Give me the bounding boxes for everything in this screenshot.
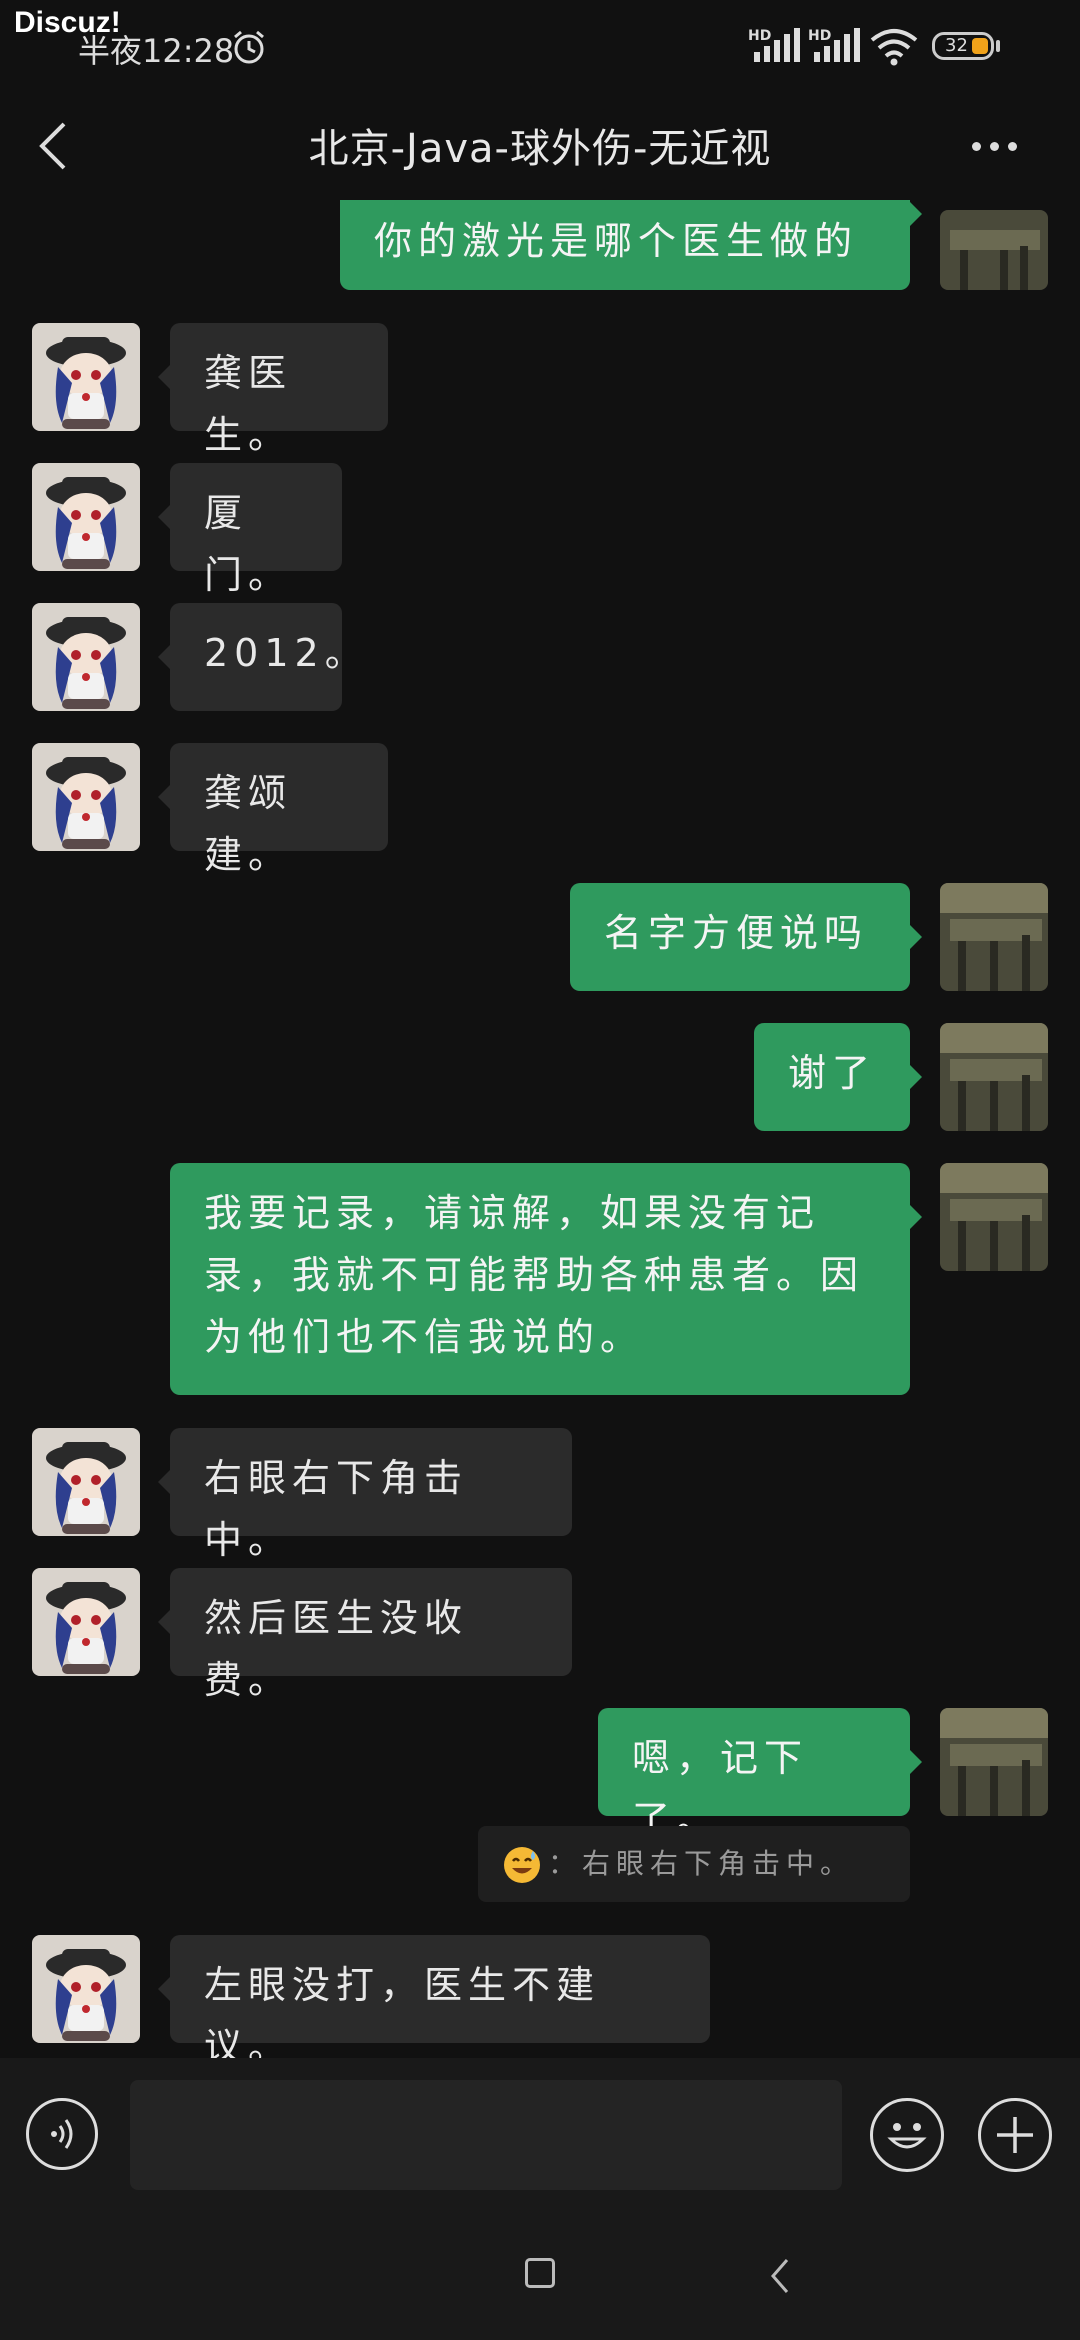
recent-apps-icon[interactable] (525, 2258, 555, 2288)
message-bubble[interactable]: 名字方便说吗 (570, 883, 922, 991)
message-bubble[interactable]: 你的激光是哪个医生做的 (340, 200, 922, 290)
more-dots-icon[interactable] (972, 136, 1032, 156)
contact-avatar[interactable] (32, 1568, 140, 1676)
battery-level: 32 (945, 35, 968, 56)
alarm-icon (234, 30, 264, 64)
message-text: 然后医生没收费。 (204, 1596, 469, 1702)
contact-avatar[interactable] (32, 1428, 140, 1536)
message-text-line: 我要记录，请谅解，如果没有记 (204, 1191, 821, 1235)
message-bubble[interactable]: 龚医生。 (158, 323, 388, 457)
message-text-line: 录，我就不可能帮助各种患者。因 (204, 1253, 865, 1297)
signal-icon (814, 28, 860, 62)
quoted-text: ：右眼右下角击中。 (548, 1847, 855, 1880)
emoji-icon[interactable] (870, 2098, 944, 2172)
wifi-icon (870, 29, 918, 66)
message-text: 右眼右下角击中。 (204, 1456, 469, 1562)
message-bubble[interactable]: 嗯，记下了。 (598, 1708, 922, 1842)
contact-avatar[interactable] (32, 603, 140, 711)
my-avatar[interactable] (940, 210, 1048, 290)
message-bubble[interactable]: 厦门。 (158, 463, 342, 597)
message-text: 谢了 (788, 1051, 877, 1095)
message-list[interactable]: 你的激光是哪个医生做的 龚医生。 厦门。 2012。 龚颂建。 名字方便说吗 谢… (0, 200, 1080, 2058)
voice-icon[interactable] (26, 2098, 98, 2170)
message-bubble[interactable]: 右眼右下角击中。 (158, 1428, 572, 1562)
message-input[interactable] (130, 2080, 842, 2190)
message-bubble[interactable]: 谢了 (754, 1023, 922, 1131)
nav-back-icon[interactable] (765, 2256, 795, 2296)
message-text: 你的激光是哪个医生做的 (374, 219, 859, 263)
quoted-reply[interactable]: ：右眼右下角击中。 (478, 1826, 910, 1902)
contact-avatar[interactable] (32, 1935, 140, 2043)
contact-avatar[interactable] (32, 743, 140, 851)
battery-icon: 32 (932, 32, 994, 60)
my-avatar[interactable] (940, 883, 1048, 991)
plus-icon[interactable] (978, 2098, 1052, 2172)
message-text: 左眼没打，医生不建议。 (204, 1963, 601, 2058)
input-bar (0, 2058, 1080, 2218)
message-text: 龚颂建。 (204, 771, 293, 877)
message-text: 厦门。 (204, 491, 293, 597)
system-nav-bar (0, 2218, 1080, 2340)
chat-header: 北京-Java-球外伤-无近视 (0, 80, 1080, 210)
chat-title: 北京-Java-球外伤-无近视 (308, 126, 772, 172)
message-bubble[interactable]: 龚颂建。 (158, 743, 388, 877)
message-bubble[interactable]: 然后医生没收费。 (158, 1568, 572, 1702)
my-avatar[interactable] (940, 1163, 1048, 1271)
message-text-line: 为他们也不信我说的。 (204, 1315, 645, 1359)
contact-avatar[interactable] (32, 323, 140, 431)
message-bubble[interactable]: 2012。 (158, 603, 363, 711)
sweat-smile-emoji (504, 1847, 540, 1883)
message-text: 2012。 (204, 631, 369, 675)
contact-avatar[interactable] (32, 463, 140, 571)
message-bubble[interactable]: 左眼没打，医生不建议。 (158, 1935, 710, 2058)
message-text: 龚医生。 (204, 351, 293, 457)
message-bubble[interactable]: 我要记录，请谅解，如果没有记 录，我就不可能帮助各种患者。因 为他们也不信我说的… (170, 1163, 922, 1395)
status-time: 半夜12:28 (78, 32, 235, 70)
signal-icon (754, 28, 800, 62)
status-bar: Discuz! 半夜12:28 HD HD 32 (0, 0, 1080, 80)
my-avatar[interactable] (940, 1023, 1048, 1131)
my-avatar[interactable] (940, 1708, 1048, 1816)
message-text: 名字方便说吗 (604, 911, 869, 955)
